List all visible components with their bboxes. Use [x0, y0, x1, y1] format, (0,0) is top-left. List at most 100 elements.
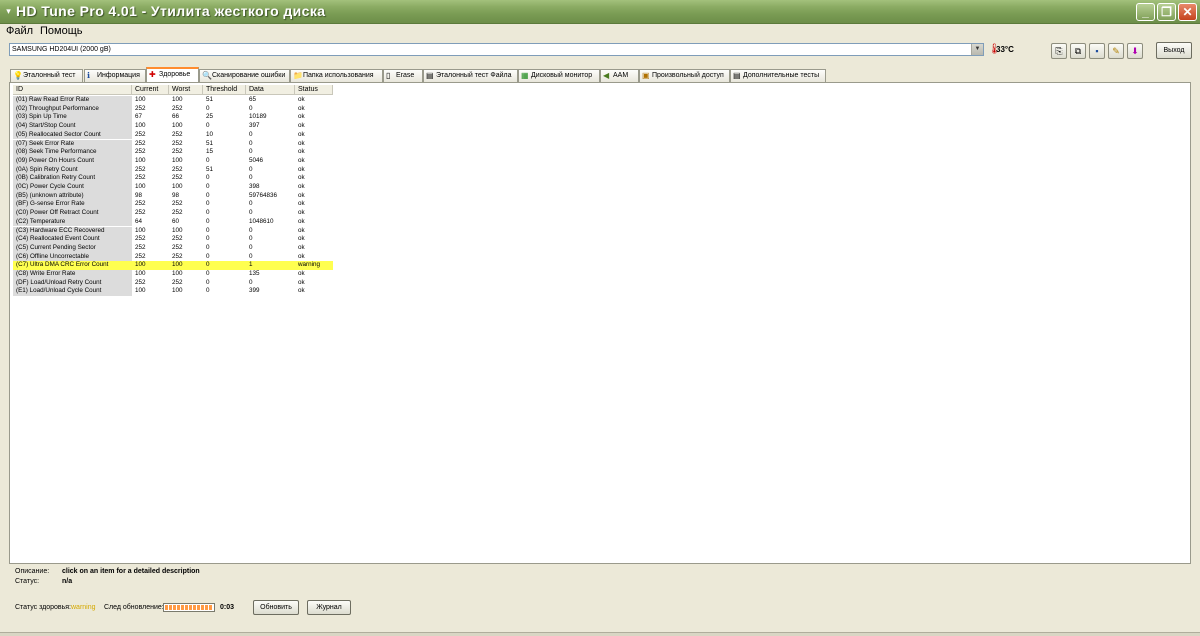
- drive-select[interactable]: SAMSUNG HD204UI (2000 gB) ▼: [9, 43, 984, 56]
- status-cell: ok: [298, 139, 305, 147]
- data-cell: 5046: [249, 156, 264, 164]
- data-cell: 0: [249, 148, 253, 156]
- download-button[interactable]: ⬇: [1127, 43, 1143, 59]
- current-cell: 252: [135, 130, 146, 138]
- copy-screen-button[interactable]: ⧉: [1070, 43, 1086, 59]
- maximize-button[interactable]: ❐: [1157, 3, 1176, 21]
- menu-help[interactable]: Помощь: [40, 25, 83, 38]
- attr-id-cell: (0B) Calibration Retry Count: [13, 174, 132, 183]
- status-cell: ok: [298, 278, 305, 286]
- tab-benchmark[interactable]: 💡 Эталонный тест: [10, 69, 83, 82]
- table-row[interactable]: (C2) Temperature 64 60 0 1048610 ok: [13, 217, 333, 227]
- column-header-worst[interactable]: Worst: [169, 85, 203, 95]
- description-label: Описание:: [15, 568, 50, 575]
- attr-id-cell: (03) Spin Up Time: [13, 113, 132, 123]
- app-menu-icon[interactable]: ▾: [4, 6, 13, 17]
- table-row[interactable]: (C7) Ultra DMA CRC Error Count 100 100 0 1 wa…: [13, 261, 333, 270]
- erase-icon: ▯: [386, 71, 391, 80]
- disk-monitor-icon: ▦: [521, 71, 529, 80]
- threshold-cell: 0: [206, 278, 210, 286]
- tab-file-benchmark[interactable]: ▤ Эталонный тест Файла: [423, 69, 518, 82]
- tab-extra-tests[interactable]: ▤ Дополнительные тесты: [730, 69, 826, 82]
- data-cell: 0: [249, 104, 253, 112]
- table-row[interactable]: (C3) Hardware ECC Recovered 100 100 0 0 ok: [13, 226, 333, 236]
- attr-id-cell: (02) Throughput Performance: [13, 104, 132, 114]
- copy-screen-icon: ⧉: [1074, 46, 1082, 56]
- table-row[interactable]: (B5) (unknown attribute) 98 98 0 59764836 ok: [13, 191, 333, 201]
- worst-cell: 252: [172, 235, 183, 243]
- attr-id-cell: (08) Seek Time Performance: [13, 148, 132, 157]
- column-header-threshold[interactable]: Threshold: [203, 85, 246, 95]
- health-icon: ✚: [149, 70, 156, 79]
- status-cell: ok: [298, 165, 305, 173]
- worst-cell: 100: [172, 122, 183, 130]
- threshold-cell: 0: [206, 104, 210, 112]
- worst-cell: 252: [172, 252, 183, 260]
- tab-aam[interactable]: ◀ AAM: [600, 69, 639, 82]
- table-row[interactable]: (08) Seek Time Performance 252 252 15 0 ok: [13, 148, 333, 157]
- data-cell: 0: [249, 209, 253, 217]
- table-row[interactable]: (05) Reallocated Sector Count 252 252 10 0 ok: [13, 130, 333, 140]
- menu-file[interactable]: Файл: [6, 25, 33, 38]
- data-cell: 59764836: [249, 191, 278, 199]
- table-row[interactable]: (DF) Load/Unload Retry Count 252 252 0 0 ok: [13, 278, 333, 288]
- worst-cell: 100: [172, 183, 183, 190]
- table-row[interactable]: (03) Spin Up Time 67 66 25 10189 ok: [13, 113, 333, 123]
- log-button[interactable]: Журнал: [307, 600, 351, 615]
- tab-erase[interactable]: ▯ Erase: [383, 69, 423, 82]
- column-header-status[interactable]: Status: [295, 85, 333, 95]
- tab-folder-usage[interactable]: 📁 Папка использования: [290, 69, 383, 82]
- options-button[interactable]: ✎: [1108, 43, 1124, 59]
- worst-cell: 252: [172, 148, 183, 156]
- table-row[interactable]: (0A) Spin Retry Count 252 252 51 0 ok: [13, 165, 333, 175]
- tab-random-access[interactable]: ▣ Произвольный доступ: [639, 69, 730, 82]
- status-cell: ok: [298, 148, 305, 156]
- table-row[interactable]: (02) Throughput Performance 252 252 0 0 ok: [13, 104, 333, 114]
- column-header-current[interactable]: Current: [132, 85, 169, 95]
- health-status-label: Статус здоровья:: [15, 604, 71, 611]
- column-header-id[interactable]: ID: [13, 85, 132, 95]
- column-header-data[interactable]: Data: [246, 85, 295, 95]
- current-cell: 100: [135, 261, 146, 269]
- data-cell: 0: [249, 278, 253, 286]
- data-cell: 0: [249, 139, 253, 147]
- worst-cell: 252: [172, 200, 183, 208]
- threshold-cell: 0: [206, 217, 210, 225]
- tab-health[interactable]: ✚ Здоровье: [146, 67, 199, 82]
- table-row[interactable]: (C4) Reallocated Event Count 252 252 0 0 ok: [13, 235, 333, 244]
- attr-id-cell: (C0) Power Off Retract Count: [13, 209, 132, 218]
- current-cell: 252: [135, 104, 146, 112]
- save-button[interactable]: ▪: [1089, 43, 1105, 59]
- table-row[interactable]: (C8) Write Error Rate 100 100 0 135 ok: [13, 270, 333, 279]
- chevron-down-icon[interactable]: ▼: [971, 44, 983, 55]
- table-row[interactable]: (C5) Current Pending Sector 252 252 0 0 ok: [13, 243, 333, 253]
- copy-text-button[interactable]: ⎘: [1051, 43, 1067, 59]
- tab-error-scan[interactable]: 🔍 Сканирование ошибки: [199, 69, 290, 82]
- worst-cell: 100: [172, 96, 183, 103]
- table-row[interactable]: (04) Start/Stop Count 100 100 0 397 ok: [13, 122, 333, 131]
- exit-button[interactable]: Выход: [1156, 42, 1192, 59]
- table-row[interactable]: (0B) Calibration Retry Count 252 252 0 0 ok: [13, 174, 333, 183]
- tab-disk-monitor[interactable]: ▦ Дисковый монитор: [518, 69, 600, 82]
- tab-info[interactable]: ℹ Информация: [84, 69, 146, 82]
- threshold-cell: 0: [206, 287, 210, 295]
- refresh-button[interactable]: Обновить: [253, 600, 299, 615]
- attr-id-cell: (05) Reallocated Sector Count: [13, 130, 132, 140]
- table-row[interactable]: (C0) Power Off Retract Count 252 252 0 0 ok: [13, 209, 333, 218]
- data-cell: 0: [249, 243, 253, 251]
- tab-label: Информация: [97, 72, 140, 79]
- table-row[interactable]: (E1) Load/Unload Cycle Count 100 100 0 399 ok: [13, 287, 333, 297]
- threshold-cell: 0: [206, 191, 210, 199]
- close-button[interactable]: ✕: [1178, 3, 1197, 21]
- table-row[interactable]: (07) Seek Error Rate 252 252 51 0 ok: [13, 139, 333, 149]
- table-row[interactable]: (BF) G-sense Error Rate 252 252 0 0 ok: [13, 200, 333, 210]
- current-cell: 100: [135, 96, 146, 103]
- minimize-button[interactable]: _: [1136, 3, 1155, 21]
- error-scan-icon: 🔍: [202, 71, 212, 80]
- table-row[interactable]: (0C) Power Cycle Count 100 100 0 398 ok: [13, 183, 333, 192]
- table-row[interactable]: (C6) Offline Uncorrectable 252 252 0 0 ok: [13, 252, 333, 262]
- tab-label: Дисковый монитор: [531, 72, 593, 79]
- table-row[interactable]: (01) Raw Read Error Rate 100 100 51 65 ok: [13, 96, 333, 105]
- benchmark-icon: 💡: [13, 71, 23, 80]
- table-row[interactable]: (09) Power On Hours Count 100 100 0 5046 ok: [13, 156, 333, 166]
